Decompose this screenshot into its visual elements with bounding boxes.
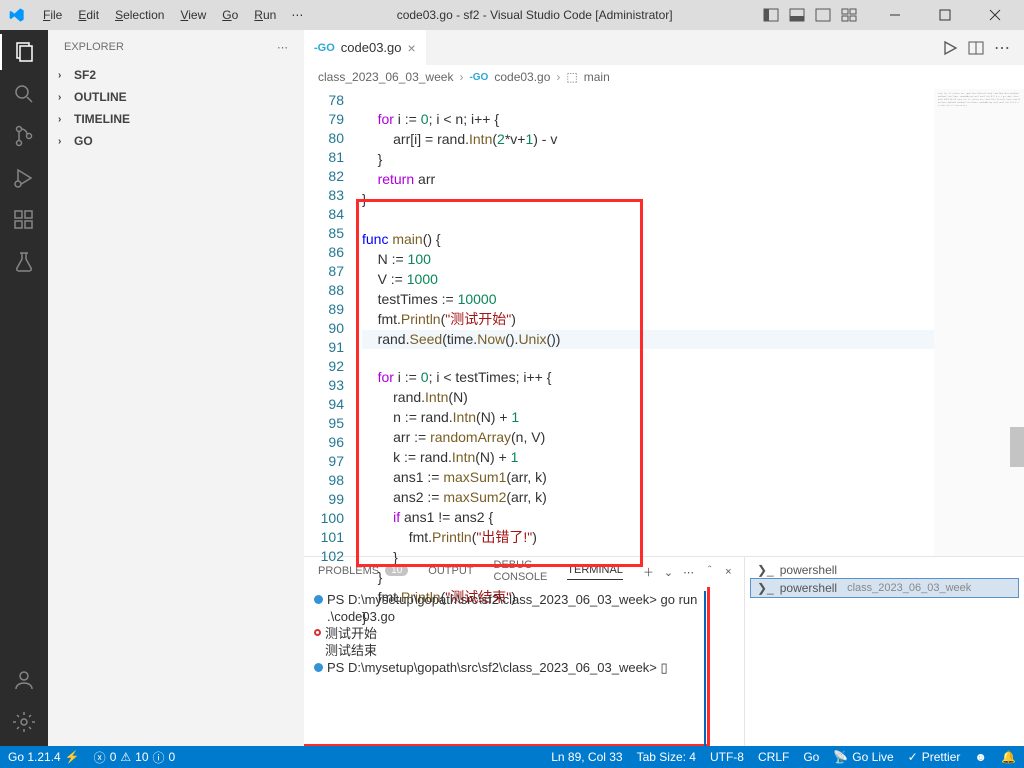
menu-go[interactable]: Go [215,6,245,24]
line-gutter: 7879808182838485868788899091929394959697… [304,89,362,556]
section-go[interactable]: ›GO [48,130,304,152]
error-icon: ⓧ [94,749,106,766]
minimap-slider[interactable] [1010,427,1024,467]
minimap[interactable]: func for if return arr rand Intn Println… [934,89,1024,556]
status-bell-icon[interactable]: 🔔 [1001,750,1016,764]
explorer-icon[interactable] [10,38,38,66]
testing-icon[interactable] [10,248,38,276]
close-icon[interactable] [974,2,1016,28]
info-icon: ⓘ [153,749,165,766]
window-controls [874,2,1016,28]
section-outline[interactable]: ›OUTLINE [48,86,304,108]
menu-view[interactable]: View [173,6,213,24]
terminal-output[interactable]: PS D:\mysetup\gopath\src\sf2\class_2023_… [304,587,744,746]
menu-selection[interactable]: Selection [108,6,171,24]
settings-gear-icon[interactable] [10,708,38,736]
chevron-right-icon: › [556,70,560,84]
check-icon: ✓ [908,750,918,764]
maximize-icon[interactable] [924,2,966,28]
status-language[interactable]: Go [803,750,819,764]
section-sf2[interactable]: ›SF2 [48,64,304,86]
code-content[interactable]: for i := 0; i < n; i++ { arr[i] = rand.I… [362,89,934,556]
terminal-indicator [704,591,706,746]
extensions-icon[interactable] [10,206,38,234]
minimap-content: func for if return arr rand Intn Println… [934,89,1024,112]
split-icon[interactable] [968,40,984,56]
tab-code03[interactable]: -GO code03.go × [304,30,427,65]
menu-overflow-icon[interactable]: ⋯ [285,6,309,24]
minimize-icon[interactable] [874,2,916,28]
lightning-icon: ⚡ [65,750,80,764]
vscode-logo-icon [8,6,26,24]
prompt-indicator-icon [314,595,323,604]
go-file-icon: -GO [469,72,488,83]
status-go-live[interactable]: 📡Go Live [833,750,893,764]
layout-controls [760,4,860,26]
search-icon[interactable] [10,80,38,108]
editor-more-icon[interactable]: ⋯ [994,38,1010,58]
explorer-title: EXPLORER [64,41,124,53]
breadcrumb[interactable]: class_2023_06_03_week › -GO code03.go › … [304,65,1024,89]
explorer-more-icon[interactable]: ⋯ [277,41,288,54]
activity-bar [0,30,48,746]
explorer-header: EXPLORER ⋯ [48,30,304,64]
source-control-icon[interactable] [10,122,38,150]
terminal-cursor: ▯ [661,660,668,675]
warning-icon: ⚠ [120,750,131,764]
account-icon[interactable] [10,666,38,694]
run-icon[interactable] [942,40,958,56]
tab-close-icon[interactable]: × [408,40,416,56]
run-debug-icon[interactable] [10,164,38,192]
chevron-right-icon: › [58,136,70,147]
editor-group: -GO code03.go × ⋯ class_2023_06_03_week … [304,30,1024,746]
main-area: EXPLORER ⋯ ›SF2 ›OUTLINE ›TIMELINE ›GO -… [0,30,1024,746]
layout-bottom-icon[interactable] [786,4,808,26]
status-problems[interactable]: ⓧ0 ⚠10 ⓘ0 [94,749,176,766]
broadcast-icon: 📡 [833,750,848,764]
layout-left-icon[interactable] [760,4,782,26]
section-timeline[interactable]: ›TIMELINE [48,108,304,130]
menubar: File Edit Selection View Go Run ⋯ code03… [0,0,1024,30]
tab-label: code03.go [341,40,402,55]
status-eol[interactable]: CRLF [758,750,789,764]
menu-file[interactable]: File [36,6,69,24]
code-editor[interactable]: 7879808182838485868788899091929394959697… [304,89,1024,556]
status-cursor-pos[interactable]: Ln 89, Col 33 [551,750,622,764]
symbol-icon: ⬚ [566,70,577,84]
prompt-indicator-icon [314,663,323,672]
status-feedback-icon[interactable]: ☻ [974,750,987,764]
tab-bar: -GO code03.go × ⋯ [304,30,1024,65]
menu-edit[interactable]: Edit [71,6,106,24]
layout-grid-icon[interactable] [838,4,860,26]
status-bar: Go 1.21.4 ⚡ ⓧ0 ⚠10 ⓘ0 Ln 89, Col 33 Tab … [0,746,1024,768]
chevron-right-icon: › [58,92,70,103]
breadcrumb-folder[interactable]: class_2023_06_03_week [318,70,453,84]
chevron-right-icon: › [58,114,70,125]
chevron-right-icon: › [459,70,463,84]
menu-run[interactable]: Run [247,6,283,24]
window-title: code03.go - sf2 - Visual Studio Code [Ad… [311,8,758,22]
output-indicator-icon [314,629,321,636]
layout-right-icon[interactable] [812,4,834,26]
status-tab-size[interactable]: Tab Size: 4 [637,750,696,764]
breadcrumb-symbol[interactable]: main [584,70,610,84]
breadcrumb-file[interactable]: code03.go [494,70,550,84]
chevron-right-icon: › [58,70,70,81]
status-encoding[interactable]: UTF-8 [710,750,744,764]
status-prettier[interactable]: ✓Prettier [908,750,961,764]
status-go-version[interactable]: Go 1.21.4 ⚡ [8,750,80,764]
explorer-sidebar: EXPLORER ⋯ ›SF2 ›OUTLINE ›TIMELINE ›GO [48,30,304,746]
go-file-icon: -GO [314,42,335,54]
